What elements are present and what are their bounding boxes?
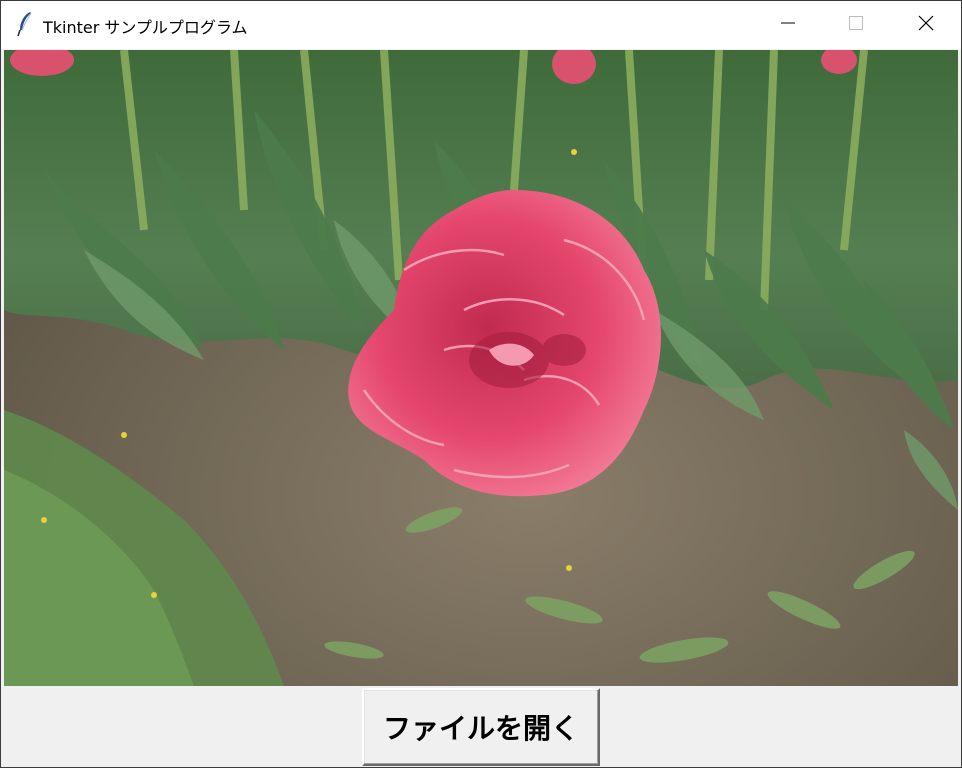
title-bar[interactable]: Tkinter サンプルプログラム	[1, 1, 961, 49]
close-button[interactable]	[891, 1, 961, 49]
app-window: Tkinter サンプルプログラム ファイルを開く	[0, 0, 962, 768]
close-icon	[918, 15, 934, 35]
image-canvas	[4, 50, 958, 686]
pink-tulip-photo	[4, 50, 958, 686]
maximize-button[interactable]	[821, 1, 891, 49]
minimize-icon	[780, 15, 796, 35]
window-title: Tkinter サンプルプログラム	[43, 18, 248, 37]
open-file-button[interactable]: ファイルを開く	[362, 688, 600, 766]
maximize-icon	[848, 15, 864, 35]
feather-icon	[15, 11, 35, 37]
minimize-button[interactable]	[753, 1, 823, 49]
bottom-bar: ファイルを開く	[1, 686, 961, 767]
